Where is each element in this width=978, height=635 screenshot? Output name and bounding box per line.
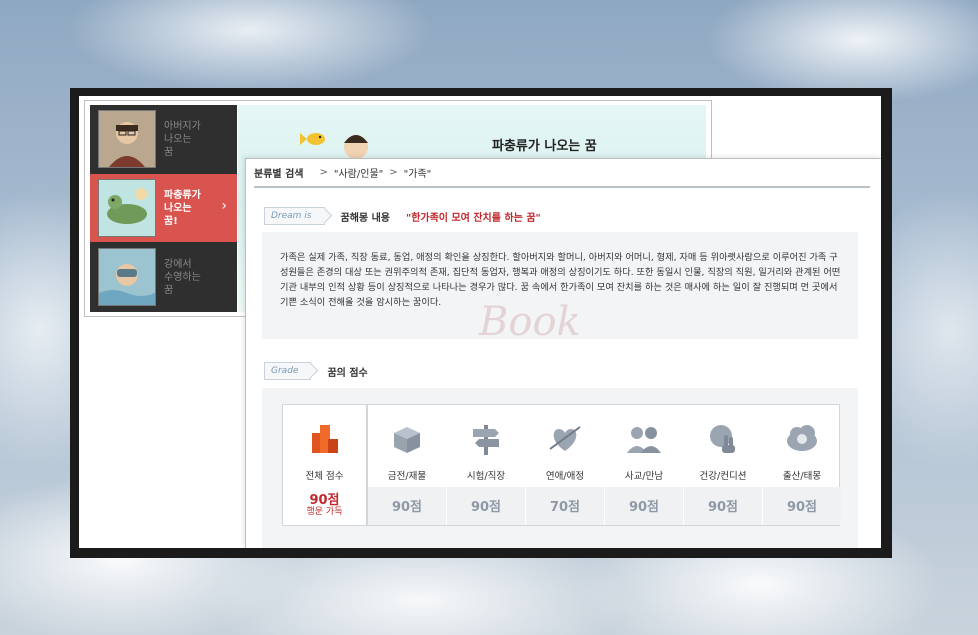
grade-total-label: 전체 점수 <box>305 471 344 482</box>
dream-content-header: Dream is 꿈해몽 내용 "한가족이 모여 잔치를 하는 꿈" <box>264 207 541 225</box>
dream-list: 아버지가 나오는 꿈 파충류가 나오는 꿈! › 강에서 수영하는 꿈 <box>90 105 237 312</box>
dream-content-label: 꿈해몽 내용 <box>340 212 390 224</box>
grade-header: Grade 꿈의 점수 <box>264 362 368 380</box>
grade-cell-love: 연애/애정 70점 <box>526 405 604 525</box>
grade-category-label: 사교/만남 <box>624 471 664 482</box>
breadcrumb-title: 분류별 검색 <box>254 169 304 180</box>
grade-cell-health: 건강/컨디션 90점 <box>684 405 762 525</box>
heart-arrow-icon <box>549 426 581 451</box>
baby-cloud-icon <box>787 425 817 451</box>
grade-category-label: 출산/태몽 <box>782 471 822 482</box>
grade-total-cell: 전체 점수 90점 행운 가득 <box>283 405 368 525</box>
dream-item-label: 아버지가 나오는 꿈 <box>164 120 201 158</box>
grade-category-score: 90점 <box>470 500 502 515</box>
grade-category-score: 90점 <box>391 500 423 515</box>
book-watermark: Book <box>479 299 581 345</box>
hand-globe-icon <box>710 425 735 453</box>
chevron-right-icon: › <box>221 198 227 214</box>
grade-cell-social: 사교/만남 90점 <box>605 405 683 525</box>
people-icon <box>627 427 661 453</box>
dream-item-label: 강에서 수영하는 꿈 <box>164 258 201 296</box>
signpost-icon <box>473 425 499 455</box>
grade-category-label: 건강/컨디션 <box>699 471 747 482</box>
grade-cell-money: 금전/재물 90점 <box>368 405 446 525</box>
swimmer-thumbnail <box>98 248 156 306</box>
breadcrumb-item-family[interactable]: "가족" <box>404 165 432 180</box>
grade-label: 꿈의 점수 <box>327 367 368 379</box>
grade-category-label: 시험/직장 <box>466 471 506 482</box>
gift-box-icon <box>394 427 420 453</box>
grade-box: 전체 점수 90점 행운 가득 금전/재물 90점 시험/직장 90점 연애/애… <box>262 388 858 548</box>
father-thumbnail <box>98 110 156 168</box>
grade-cell-exam: 시험/직장 90점 <box>447 405 525 525</box>
grade-category-score: 90점 <box>628 500 660 515</box>
banner-title: 파충류가 나오는 꿈 <box>492 139 597 154</box>
grade-category-score: 70점 <box>549 500 581 515</box>
dream-item-river[interactable]: 강에서 수영하는 꿈 <box>90 243 237 311</box>
grade-total-note: 행운 가득 <box>306 507 343 517</box>
chevron-right-icon: > <box>319 167 328 178</box>
dream-detail-panel: 분류별 검색 > "사람/인물" > "가족" Dream is 꿈해몽 내용 … <box>245 158 881 548</box>
grade-category-score: 90점 <box>707 500 739 515</box>
dream-item-reptile[interactable]: 파충류가 나오는 꿈! › <box>90 174 237 242</box>
reptile-thumbnail <box>98 179 156 237</box>
dream-item-father[interactable]: 아버지가 나오는 꿈 <box>90 105 237 173</box>
chevron-right-icon: > <box>389 167 398 178</box>
screen: 아버지가 나오는 꿈 파충류가 나오는 꿈! › 강에서 수영하는 꿈 파충류가… <box>79 96 881 548</box>
grade-cell-birth: 출산/태몽 90점 <box>763 405 841 525</box>
dream-title: "한가족이 모여 잔치를 하는 꿈" <box>405 212 541 224</box>
grade-category-score: 90점 <box>786 500 818 515</box>
grade-tag: Grade <box>264 362 312 380</box>
grade-category-label: 연애/애정 <box>545 471 585 482</box>
grade-table: 전체 점수 90점 행운 가득 금전/재물 90점 시험/직장 90점 연애/애… <box>282 404 841 526</box>
bar-blocks-icon <box>311 425 338 453</box>
grade-category-label: 금전/재물 <box>387 471 427 482</box>
breadcrumb: 분류별 검색 > "사람/인물" > "가족" <box>254 159 870 188</box>
breadcrumb-item-person[interactable]: "사람/인물" <box>334 165 383 180</box>
monitor-frame: 아버지가 나오는 꿈 파충류가 나오는 꿈! › 강에서 수영하는 꿈 파충류가… <box>70 88 892 558</box>
dream-is-tag: Dream is <box>264 207 325 225</box>
dream-item-label: 파충류가 나오는 꿈! <box>164 189 201 227</box>
